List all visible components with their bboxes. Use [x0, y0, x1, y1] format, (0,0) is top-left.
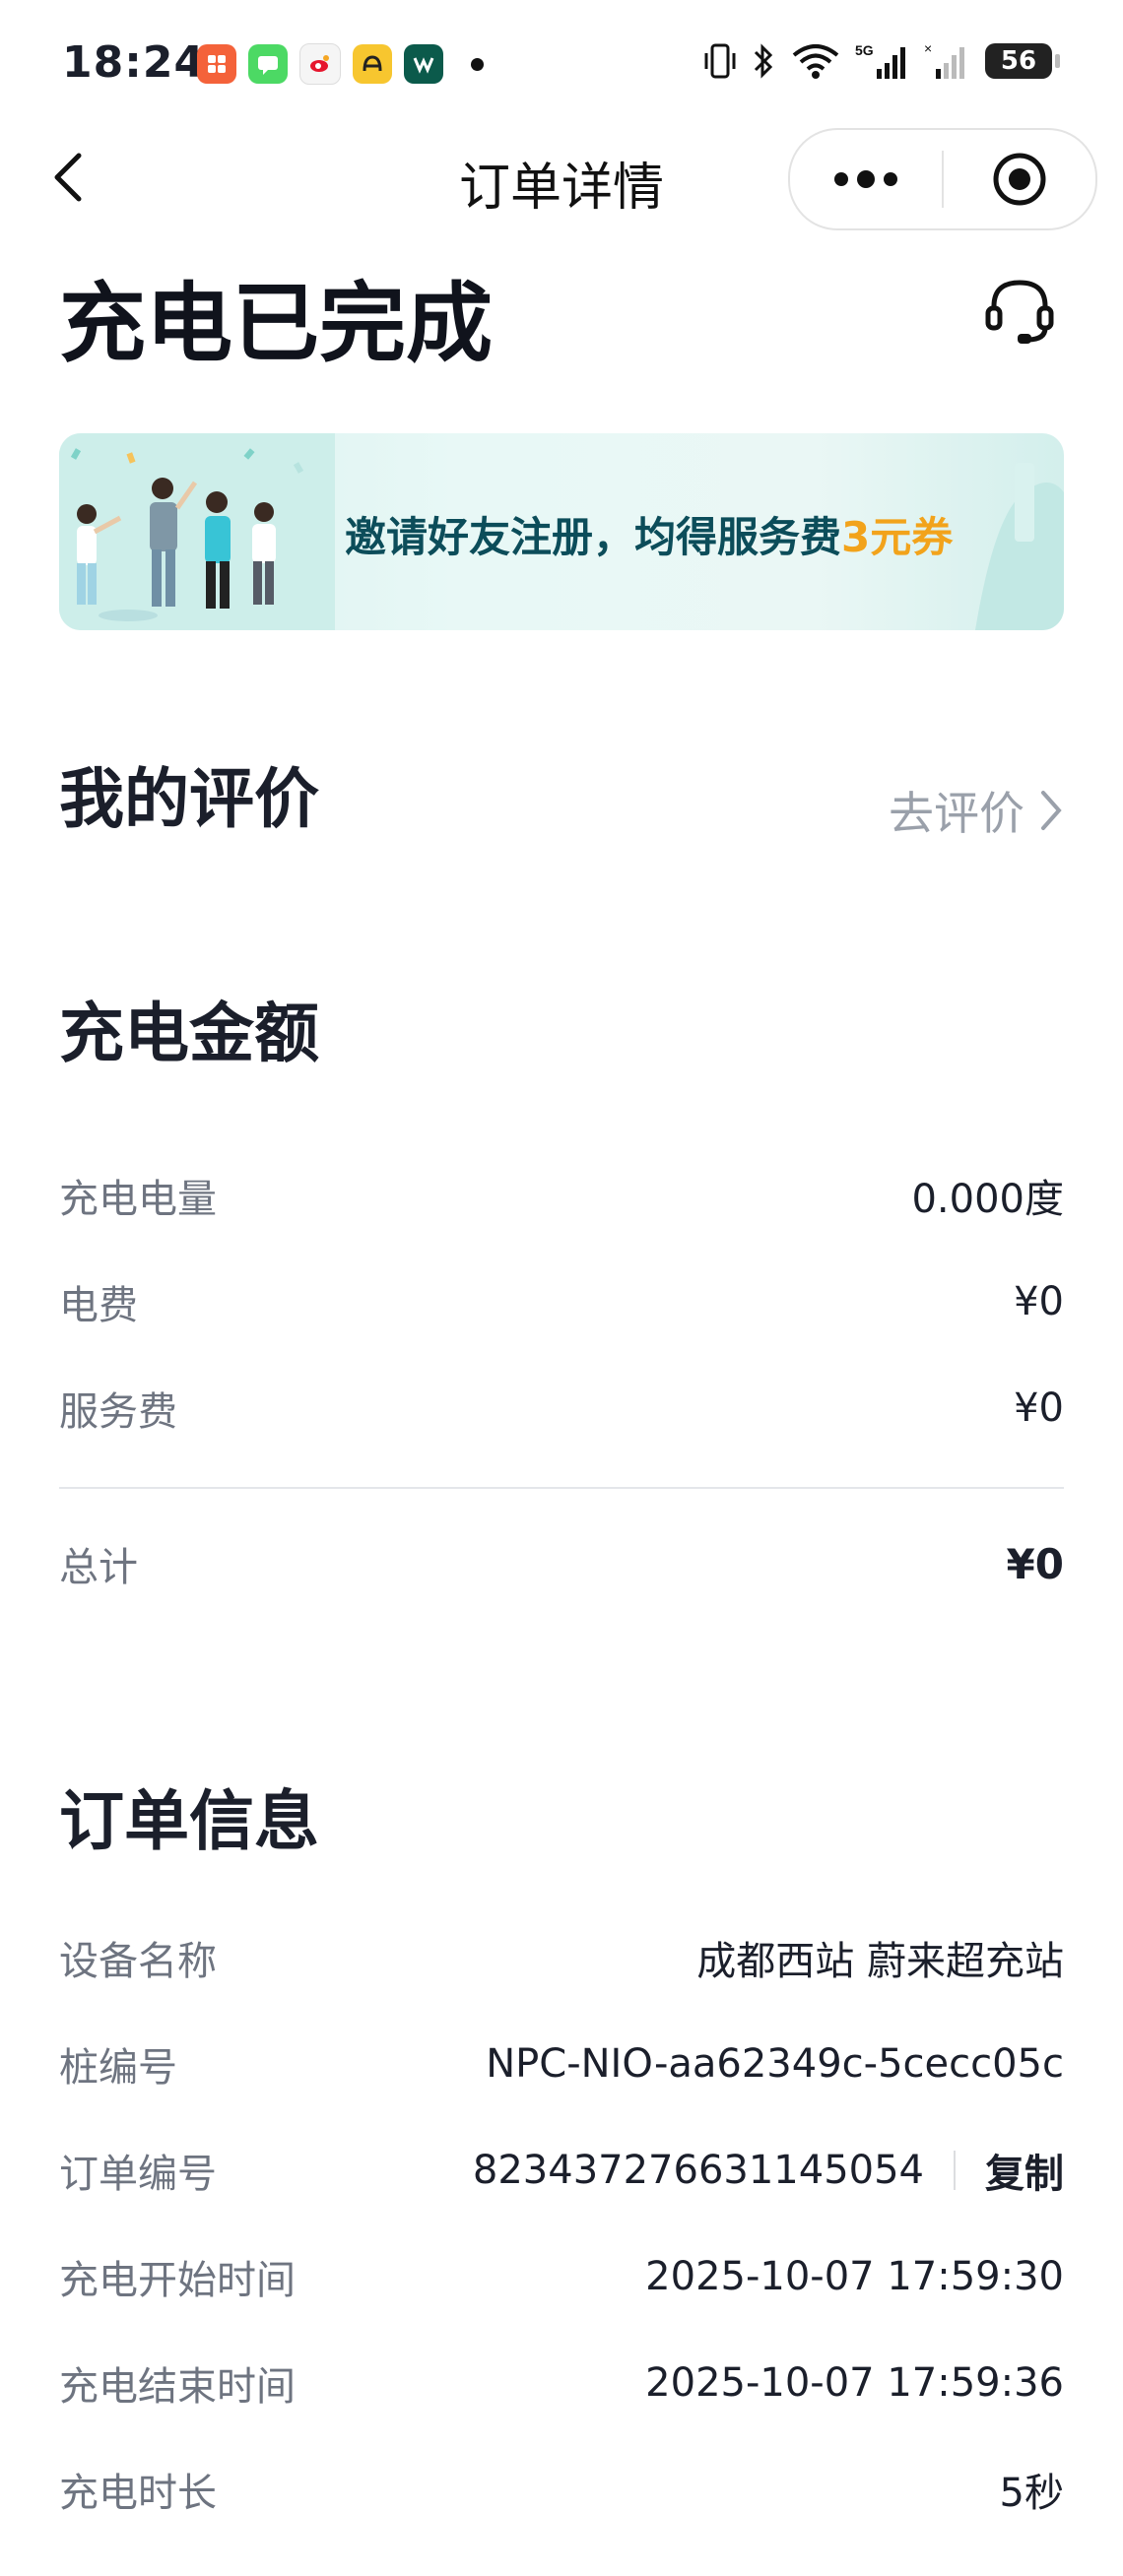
- electricity-fee-label: 电费: [59, 1283, 138, 1328]
- system-icons: 5G × 56: [703, 41, 1060, 81]
- signal-weak-icon: ×: [924, 41, 964, 79]
- notification-app-icons: [197, 43, 484, 85]
- app-w-icon: [404, 44, 443, 84]
- end-time-label: 充电结束时间: [59, 2364, 296, 2410]
- order-row-duration: 充电时长 5秒: [59, 2460, 1064, 2519]
- target-close-icon: [993, 153, 1046, 206]
- order-number-group: 823437276631145054 复制: [473, 2142, 1064, 2199]
- amount-row-service-fee: 服务费 ¥0: [59, 1379, 1064, 1438]
- device-value: 成都西站 蔚来超充站: [696, 1939, 1064, 1984]
- clock: 18:24: [62, 37, 206, 88]
- bluetooth-icon: [754, 43, 773, 79]
- banner-decor: [975, 463, 1064, 630]
- service-fee-value: ¥0: [1014, 1385, 1064, 1431]
- miniprogram-capsule: [788, 128, 1097, 230]
- pile-label: 桩编号: [59, 2045, 177, 2091]
- energy-label: 充电电量: [59, 1177, 217, 1222]
- customer-service-button[interactable]: [975, 266, 1064, 354]
- order-number-label: 订单编号: [59, 2152, 217, 2197]
- amount-row-electricity-fee: 电费 ¥0: [59, 1272, 1064, 1331]
- banner-text-highlight: 3元券: [841, 513, 954, 561]
- wifi-icon: [792, 44, 839, 79]
- svg-text:5G: 5G: [855, 42, 874, 58]
- order-number-value: 823437276631145054: [472, 2148, 924, 2193]
- duration-value: 5秒: [999, 2471, 1064, 2516]
- amount-section-title: 充电金额: [59, 996, 319, 1071]
- service-fee-label: 服务费: [59, 1389, 177, 1435]
- copy-separator: [954, 2151, 956, 2190]
- device-label: 设备名称: [59, 1939, 217, 1984]
- start-time-label: 充电开始时间: [59, 2258, 296, 2303]
- banner-illustration: [59, 433, 335, 630]
- more-dots-icon: [834, 170, 897, 188]
- order-status-title: 充电已完成: [59, 273, 494, 374]
- order-row-device: 设备名称 成都西站 蔚来超充站: [59, 1928, 1064, 1987]
- xiaohongshu-icon: [197, 44, 236, 84]
- svg-text:×: ×: [924, 41, 932, 56]
- end-time-value: 2025-10-07 17:59:36: [645, 2360, 1064, 2406]
- signal-5g-icon: 5G: [855, 42, 905, 79]
- close-miniprogram-button[interactable]: [944, 130, 1095, 228]
- energy-value: 0.000度: [911, 1177, 1064, 1222]
- banner-text: 邀请好友注册，均得服务费3元券: [345, 504, 953, 564]
- chevron-right-icon: [1041, 791, 1062, 830]
- order-row-pile: 桩编号 NPC-NIO-aa62349c-5cecc05c: [59, 2034, 1064, 2093]
- start-time-value: 2025-10-07 17:59:30: [645, 2254, 1064, 2299]
- duration-label: 充电时长: [59, 2471, 217, 2516]
- weibo-icon: [299, 43, 341, 85]
- total-value: ¥0: [1006, 1539, 1064, 1588]
- amount-row-energy: 充电电量 0.000度: [59, 1166, 1064, 1225]
- amount-divider: [59, 1487, 1064, 1489]
- messages-icon: [248, 44, 288, 84]
- invite-friends-banner[interactable]: 邀请好友注册，均得服务费3元券: [59, 433, 1064, 630]
- order-row-order-number: 订单编号 823437276631145054 复制: [59, 2141, 1064, 2200]
- status-bar: 18:24 5G × 56: [0, 0, 1123, 128]
- battery-indicator: 56: [985, 43, 1060, 79]
- order-row-start-time: 充电开始时间 2025-10-07 17:59:30: [59, 2247, 1064, 2306]
- review-section-title: 我的评价: [59, 761, 319, 837]
- go-review-label: 去评价: [889, 787, 1024, 840]
- copy-button[interactable]: 复制: [985, 2142, 1064, 2199]
- more-button[interactable]: [790, 130, 942, 228]
- more-notifications-dot: [471, 57, 484, 71]
- headset-icon: [985, 280, 1054, 344]
- total-label: 总计: [59, 1545, 138, 1590]
- banner-text-main: 邀请好友注册，均得服务费: [345, 513, 842, 561]
- nav-bar: 订单详情: [0, 128, 1123, 230]
- vibrate-icon: [704, 43, 736, 79]
- pile-value: NPC-NIO-aa62349c-5cecc05c: [486, 2041, 1064, 2087]
- amount-row-total: 总计 ¥0: [59, 1534, 1064, 1593]
- nio-app-icon: [353, 44, 392, 84]
- electricity-fee-value: ¥0: [1014, 1279, 1064, 1324]
- go-review-link[interactable]: 去评价: [889, 778, 1064, 843]
- order-info-section-title: 订单信息: [59, 1783, 319, 1859]
- order-row-end-time: 充电结束时间 2025-10-07 17:59:36: [59, 2353, 1064, 2413]
